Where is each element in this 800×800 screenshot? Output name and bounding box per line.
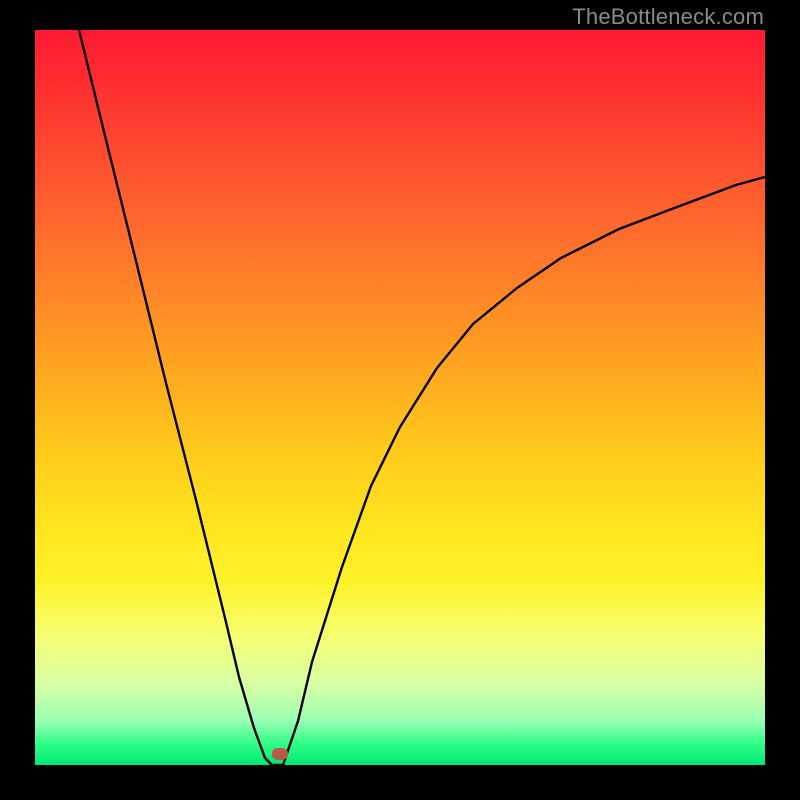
watermark-text: TheBottleneck.com <box>572 4 764 30</box>
curve-path <box>79 30 765 765</box>
chart-frame: TheBottleneck.com <box>0 0 800 800</box>
minimum-marker <box>272 748 288 760</box>
plot-area <box>35 30 765 765</box>
bottleneck-curve <box>35 30 765 765</box>
